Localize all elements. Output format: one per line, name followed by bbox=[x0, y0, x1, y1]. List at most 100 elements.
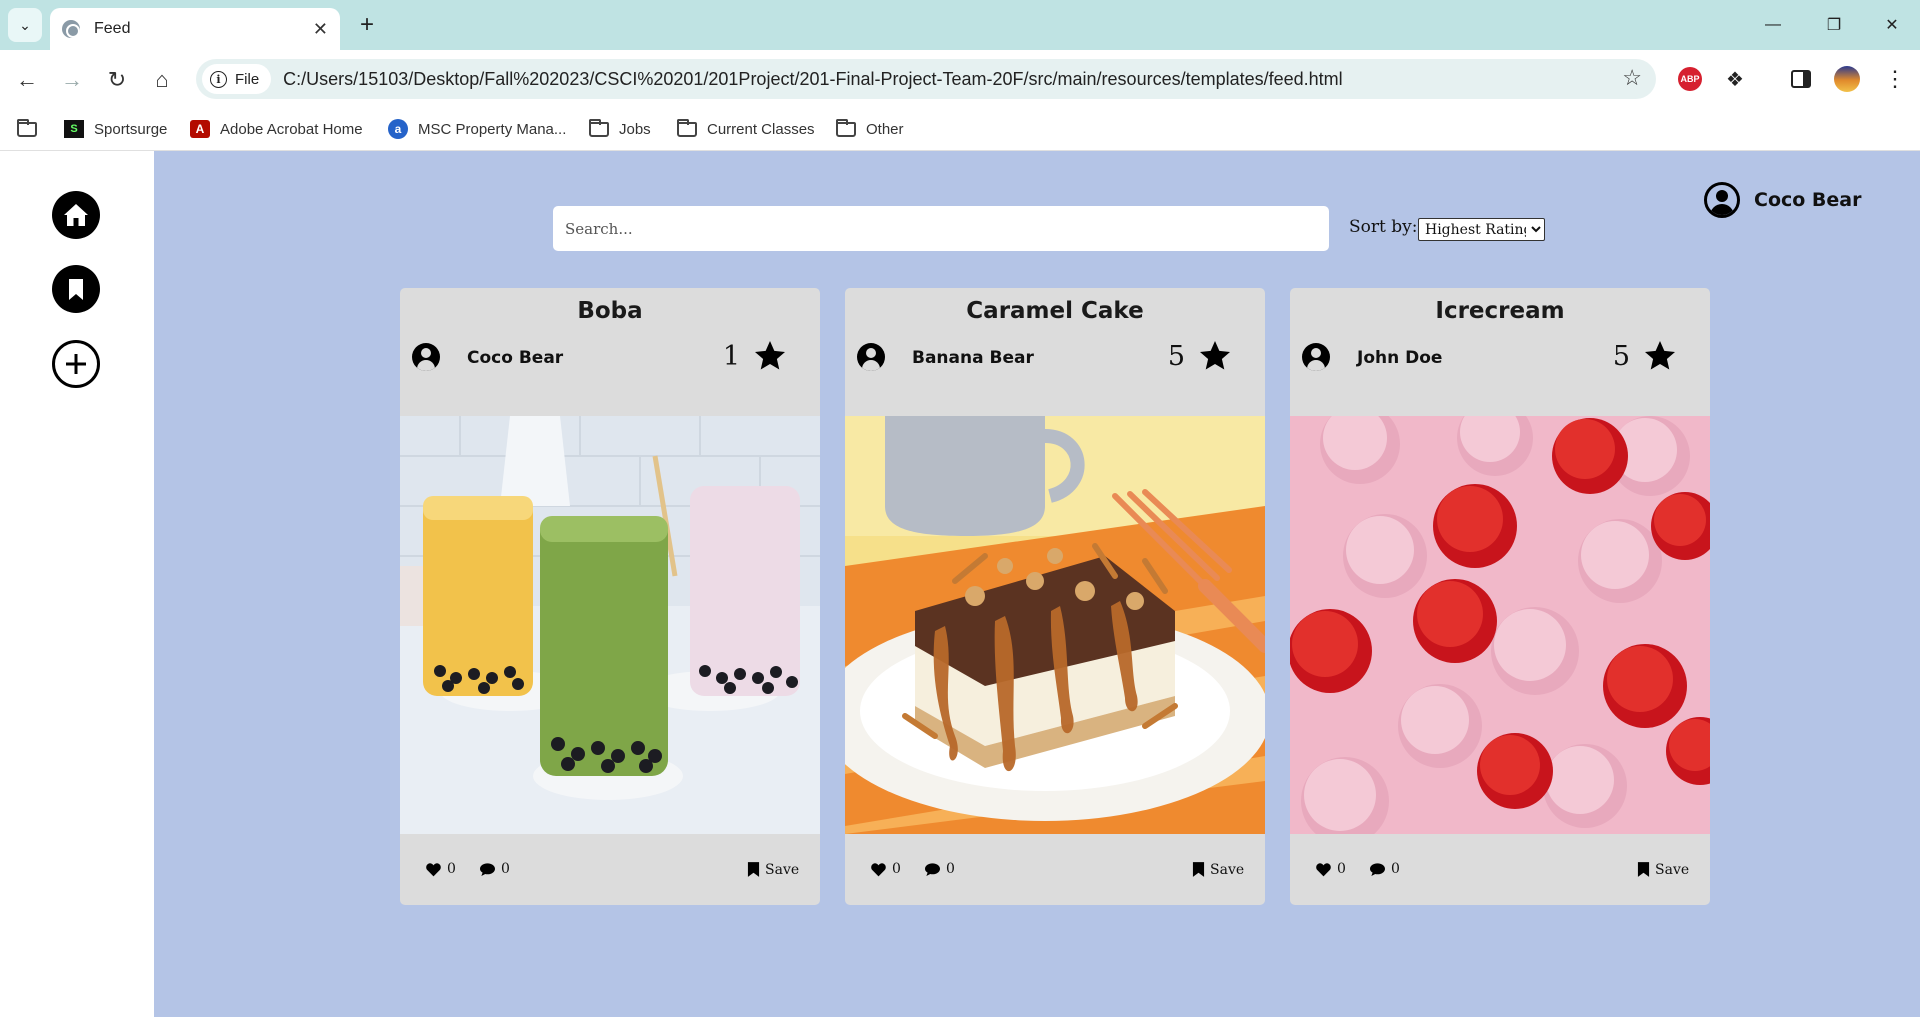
post-footer: 0 0 Save bbox=[400, 834, 820, 905]
back-arrow-icon[interactable]: ← bbox=[9, 62, 45, 98]
bookmark-jobs[interactable]: Jobs bbox=[589, 116, 651, 142]
folder-icon bbox=[677, 118, 697, 137]
browser-tab[interactable]: Feed ✕ bbox=[50, 8, 340, 50]
bookmark-label: Sportsurge bbox=[94, 120, 168, 138]
user-avatar-icon bbox=[1704, 182, 1740, 218]
save-button[interactable]: Save bbox=[1637, 861, 1689, 878]
like-button[interactable]: 0 bbox=[1315, 861, 1346, 877]
bookmark-sportsurge[interactable]: Sportsurge bbox=[64, 116, 167, 142]
add-icon[interactable] bbox=[52, 340, 100, 388]
post-title: Boba bbox=[577, 298, 643, 324]
save-label: Save bbox=[765, 861, 800, 878]
heart-icon bbox=[1316, 862, 1331, 876]
save-label: Save bbox=[1210, 861, 1245, 878]
comment-count: 0 bbox=[501, 861, 510, 877]
extensions-icon[interactable]: ❖ bbox=[1720, 64, 1750, 94]
adblock-extension[interactable]: ABP bbox=[1675, 64, 1705, 94]
user-menu[interactable]: Coco Bear bbox=[1704, 181, 1862, 219]
restore-icon[interactable]: ❐ bbox=[1814, 10, 1854, 40]
bookmark-save-icon bbox=[1192, 862, 1205, 877]
bookmark-star-icon[interactable]: ☆ bbox=[1622, 65, 1642, 91]
post-author[interactable]: John Doe bbox=[1357, 348, 1442, 368]
profile-avatar[interactable] bbox=[1832, 64, 1862, 94]
bookmarks-folder-icon[interactable] bbox=[17, 116, 47, 142]
bookmark-msc-property[interactable]: MSC Property Mana... bbox=[388, 116, 566, 142]
browser-toolbar: ← → ↻ ⌂ i File C:/Users/15103/Desktop/Fa… bbox=[0, 50, 1920, 108]
comment-button[interactable]: 0 bbox=[479, 861, 510, 877]
heart-icon bbox=[426, 862, 441, 876]
bookmark-label: Other bbox=[866, 120, 904, 138]
url-text[interactable]: C:/Users/15103/Desktop/Fall%202023/CSCI%… bbox=[283, 69, 1343, 90]
post-card[interactable]: Caramel Cake Banana Bear 5 0 0 Save bbox=[845, 288, 1265, 905]
new-tab-button[interactable]: + bbox=[352, 10, 382, 40]
bookmark-adobe-acrobat[interactable]: Adobe Acrobat Home bbox=[190, 116, 363, 142]
post-image-caramel-cake[interactable] bbox=[845, 416, 1265, 834]
side-panel-icon[interactable] bbox=[1786, 64, 1816, 94]
browser-tabstrip: ⌄ Feed ✕ + — ❐ ✕ bbox=[0, 0, 1920, 50]
post-footer: 0 0 Save bbox=[1290, 834, 1710, 905]
tab-close-icon[interactable]: ✕ bbox=[313, 19, 328, 40]
forward-arrow-icon[interactable]: → bbox=[54, 62, 90, 98]
msc-icon bbox=[388, 119, 408, 139]
post-rating: 1 bbox=[722, 341, 740, 372]
comment-icon bbox=[1370, 862, 1385, 876]
bookmark-icon[interactable] bbox=[52, 265, 100, 313]
star-icon bbox=[755, 341, 785, 370]
comment-button[interactable]: 0 bbox=[924, 861, 955, 877]
site-info-chip[interactable]: i File bbox=[202, 64, 272, 94]
address-bar[interactable]: i File C:/Users/15103/Desktop/Fall%20202… bbox=[196, 59, 1656, 99]
bookmark-current-classes[interactable]: Current Classes bbox=[677, 116, 815, 142]
post-card[interactable]: Icrecream John Doe 5 0 0 Save bbox=[1290, 288, 1710, 905]
like-button[interactable]: 0 bbox=[870, 861, 901, 877]
author-avatar-icon bbox=[1302, 343, 1330, 371]
tab-search-chevron-icon[interactable]: ⌄ bbox=[8, 8, 42, 42]
bookmark-save-icon bbox=[747, 862, 760, 877]
home-icon[interactable] bbox=[52, 191, 100, 239]
app-sidebar bbox=[0, 151, 154, 1017]
home-browser-icon[interactable]: ⌂ bbox=[144, 62, 180, 98]
window-close-icon[interactable]: ✕ bbox=[1872, 10, 1912, 40]
post-title: Icrecream bbox=[1435, 298, 1565, 324]
save-button[interactable]: Save bbox=[1192, 861, 1244, 878]
bookmark-label: Adobe Acrobat Home bbox=[220, 120, 363, 138]
star-icon bbox=[1200, 341, 1230, 370]
post-rating: 5 bbox=[1612, 341, 1630, 372]
menu-kebab-icon[interactable]: ⋮ bbox=[1880, 64, 1910, 94]
like-count: 0 bbox=[1337, 861, 1346, 877]
star-icon bbox=[1645, 341, 1675, 370]
comment-icon bbox=[480, 862, 495, 876]
save-button[interactable]: Save bbox=[747, 861, 799, 878]
post-footer: 0 0 Save bbox=[845, 834, 1265, 905]
post-author[interactable]: Banana Bear bbox=[912, 348, 1034, 368]
minimize-icon[interactable]: — bbox=[1753, 10, 1793, 40]
heart-icon bbox=[871, 862, 886, 876]
sort-select[interactable]: Highest Rating bbox=[1418, 218, 1545, 241]
abp-icon: ABP bbox=[1678, 67, 1702, 91]
post-author[interactable]: Coco Bear bbox=[467, 348, 563, 368]
acrobat-icon bbox=[190, 120, 210, 138]
post-card[interactable]: Boba Coco Bear 1 0 0 Save bbox=[400, 288, 820, 905]
globe-icon bbox=[62, 20, 80, 38]
like-count: 0 bbox=[447, 861, 456, 877]
bookmark-label: MSC Property Mana... bbox=[418, 120, 567, 138]
bookmark-label: Jobs bbox=[619, 120, 651, 138]
comment-button[interactable]: 0 bbox=[1369, 861, 1400, 877]
bookmark-save-icon bbox=[1637, 862, 1650, 877]
info-icon: i bbox=[210, 70, 227, 88]
current-user-name: Coco Bear bbox=[1754, 189, 1862, 211]
search-input[interactable] bbox=[553, 206, 1329, 251]
post-title: Caramel Cake bbox=[966, 298, 1144, 324]
like-count: 0 bbox=[892, 861, 901, 877]
post-image-boba[interactable] bbox=[400, 416, 820, 834]
bookmark-other[interactable]: Other bbox=[836, 116, 904, 142]
save-label: Save bbox=[1655, 861, 1690, 878]
like-button[interactable]: 0 bbox=[425, 861, 456, 877]
comment-icon bbox=[925, 862, 940, 876]
sportsurge-icon bbox=[64, 120, 84, 138]
post-rating: 5 bbox=[1167, 341, 1185, 372]
tab-title: Feed bbox=[94, 20, 131, 37]
site-info-label: File bbox=[235, 70, 260, 88]
post-image-icecream[interactable] bbox=[1290, 416, 1710, 834]
folder-icon bbox=[589, 118, 609, 137]
reload-icon[interactable]: ↻ bbox=[99, 62, 135, 98]
